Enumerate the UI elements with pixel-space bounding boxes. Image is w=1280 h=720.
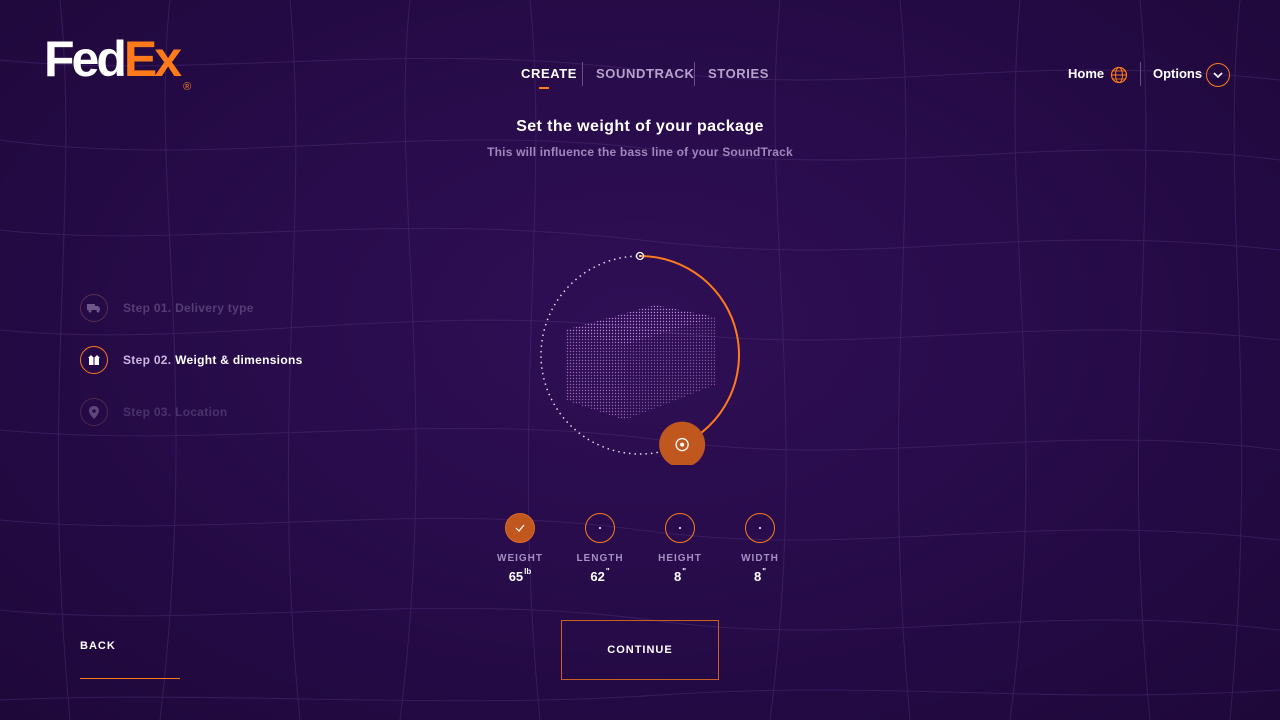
metric-label: WEIGHT xyxy=(497,553,543,564)
tab-stories-label: STORIES xyxy=(708,66,770,81)
step-number: Step 02. xyxy=(123,353,172,367)
metric-number: 8 xyxy=(673,569,682,584)
continue-button[interactable]: CONTINUE xyxy=(561,620,719,680)
step-label: Step 02. Weight & dimensions xyxy=(123,353,303,367)
metric-weight[interactable]: WEIGHT 65lb xyxy=(485,513,555,584)
header-divider xyxy=(1140,62,1141,86)
tab-create-label: CREATE xyxy=(521,66,578,81)
step-icon-circle xyxy=(80,294,108,322)
metric-value: 62" xyxy=(565,567,635,584)
options-button[interactable] xyxy=(1206,63,1230,87)
step-name: Delivery type xyxy=(175,301,254,315)
home-link[interactable]: Home xyxy=(1068,66,1104,81)
metric-length[interactable]: LENGTH 62" xyxy=(565,513,635,584)
active-tab-indicator xyxy=(539,87,549,89)
weight-dial[interactable] xyxy=(530,245,750,465)
page-subtitle: This will influence the bass line of you… xyxy=(487,145,793,159)
metric-height[interactable]: HEIGHT 8" xyxy=(645,513,715,584)
metric-number: 8 xyxy=(753,569,762,584)
back-button[interactable]: BACK xyxy=(80,640,180,680)
metric-value: 8" xyxy=(645,567,715,584)
tab-soundtrack[interactable]: SOUNDTRACK xyxy=(596,66,694,81)
dial-handle[interactable] xyxy=(659,421,706,465)
pending-dot xyxy=(599,527,601,529)
location-pin-icon xyxy=(89,405,99,419)
metric-label: LENGTH xyxy=(576,553,624,564)
step-location[interactable]: Step 03. Location xyxy=(80,396,340,428)
tab-soundtrack-label: SOUNDTRACK xyxy=(596,66,695,81)
truck-icon xyxy=(87,304,100,313)
back-underline xyxy=(80,678,180,679)
step-label: Step 03. Location xyxy=(123,405,227,419)
metric-value: 65lb xyxy=(485,567,555,584)
metric-label: WIDTH xyxy=(741,553,779,564)
target-icon-dot xyxy=(680,442,685,447)
tab-create[interactable]: CREATE xyxy=(521,66,578,89)
dial-start-marker-dot xyxy=(639,255,641,257)
pending-dot xyxy=(679,527,681,529)
metric-status-circle xyxy=(585,513,615,543)
metric-number: 62 xyxy=(590,569,605,584)
options-label[interactable]: Options xyxy=(1153,66,1202,81)
check-icon xyxy=(515,524,525,532)
globe-icon[interactable] xyxy=(1110,66,1128,84)
metric-unit: " xyxy=(762,567,767,576)
chevron-down-icon xyxy=(1213,71,1223,78)
step-icon-circle xyxy=(80,398,108,426)
metric-status-circle xyxy=(745,513,775,543)
dimension-metrics: WEIGHT 65lb LENGTH 62" HEIGHT 8" WIDTH 8… xyxy=(0,513,1280,593)
metric-value: 8" xyxy=(725,567,795,584)
step-label: Step 01. Delivery type xyxy=(123,301,254,315)
metric-width[interactable]: WIDTH 8" xyxy=(725,513,795,584)
package-box-graphic xyxy=(565,305,715,420)
pending-dot xyxy=(759,527,761,529)
step-icon-circle xyxy=(80,346,108,374)
metric-unit: " xyxy=(605,567,610,576)
step-delivery-type[interactable]: Step 01. Delivery type xyxy=(80,292,340,324)
box-icon xyxy=(88,355,100,365)
back-button-label: BACK xyxy=(80,640,116,652)
nav-divider xyxy=(582,62,583,86)
step-number: Step 03. xyxy=(123,405,172,419)
continue-button-label: CONTINUE xyxy=(607,644,673,656)
step-name: Weight & dimensions xyxy=(175,353,303,367)
nav-divider xyxy=(694,62,695,86)
metric-label: HEIGHT xyxy=(658,553,702,564)
step-name: Location xyxy=(175,405,228,419)
metric-unit: " xyxy=(682,567,687,576)
step-number: Step 01. xyxy=(123,301,172,315)
metric-number: 65 xyxy=(508,569,524,584)
metric-status-circle xyxy=(665,513,695,543)
metric-status-circle xyxy=(505,513,535,543)
tab-stories[interactable]: STORIES xyxy=(708,66,769,81)
metric-unit: lb xyxy=(524,567,532,576)
step-weight-dimensions[interactable]: Step 02. Weight & dimensions xyxy=(80,344,340,376)
page-title: Set the weight of your package xyxy=(516,118,764,135)
